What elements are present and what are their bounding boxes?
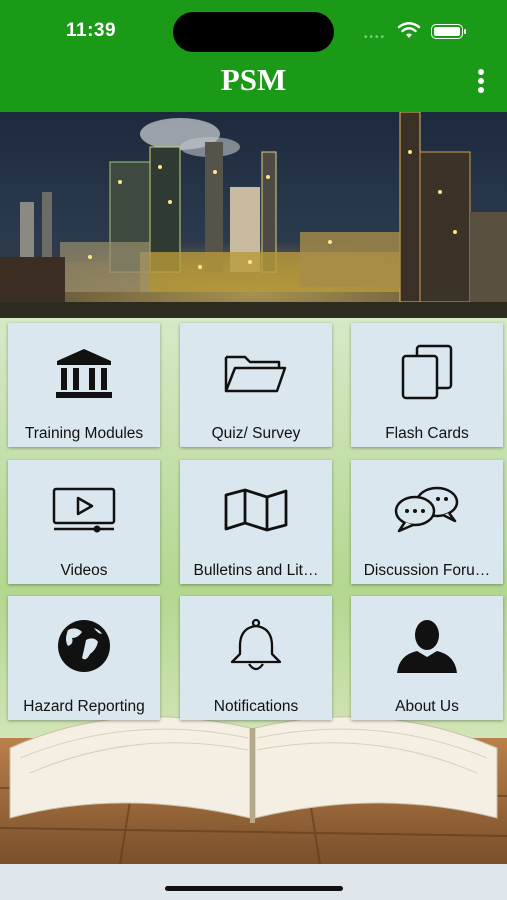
app-bar: PSM [0,60,507,112]
map-icon [180,480,332,540]
cards-icon [351,343,503,403]
video-player-icon [8,480,160,540]
tile-videos[interactable]: Videos [8,460,160,584]
status-bar: 11:39 •••• [0,0,507,60]
tile-label: Flash Cards [385,425,469,442]
tile-label: Hazard Reporting [23,698,145,715]
home-indicator[interactable] [165,886,343,891]
globe-icon [8,616,160,676]
tile-label: Training Modules [24,425,144,442]
status-time: 11:39 [66,20,117,41]
more-options-icon[interactable] [472,68,490,96]
tile-hazard-reporting[interactable]: Hazard Reporting [8,596,160,720]
tile-label: Notifications [213,698,299,715]
tile-quiz-survey[interactable]: Quiz/ Survey [180,323,332,447]
bell-icon [180,616,332,676]
dynamic-island [173,12,334,52]
tile-about-us[interactable]: About Us [351,596,503,720]
tile-label: About Us [395,698,459,715]
user-icon [351,616,503,676]
tile-label: Videos [60,562,108,579]
tile-discussion-forum[interactable]: Discussion Foru… [351,460,503,584]
battery-icon [431,24,466,39]
signal-dots-icon: •••• [364,32,387,43]
app-title: PSM [220,62,287,97]
tile-notifications[interactable]: Notifications [180,596,332,720]
tile-bulletins[interactable]: Bulletins and Lit… [180,460,332,584]
tile-label: Bulletins and Lit… [193,562,319,579]
chat-bubbles-icon [351,480,503,540]
tile-label: Quiz/ Survey [211,425,301,442]
wifi-icon [397,22,421,38]
bottom-bar [0,864,507,900]
tile-label: Discussion Foru… [363,562,491,579]
tile-training-modules[interactable]: Training Modules [8,323,160,447]
bank-icon [8,343,160,403]
tile-flash-cards[interactable]: Flash Cards [351,323,503,447]
folder-icon [180,343,332,403]
hero-refinery-image [0,112,507,318]
